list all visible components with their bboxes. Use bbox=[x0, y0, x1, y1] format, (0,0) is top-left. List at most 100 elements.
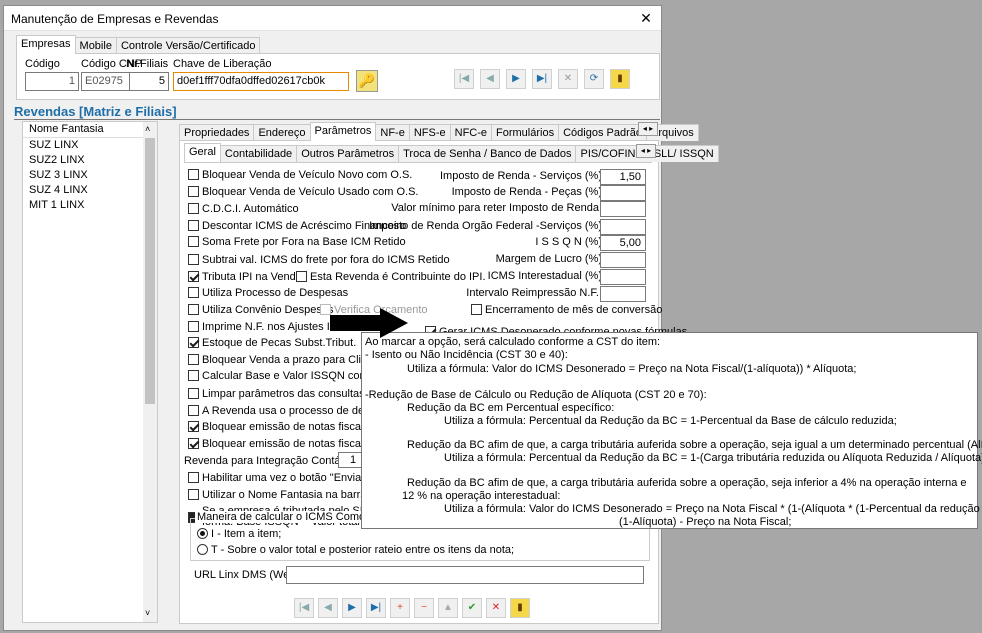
checkbox[interactable] bbox=[188, 321, 199, 332]
checkbox[interactable] bbox=[188, 370, 199, 381]
add-icon[interactable]: + bbox=[390, 598, 410, 618]
checkbox[interactable] bbox=[188, 220, 199, 231]
intervalo-field[interactable] bbox=[600, 286, 646, 302]
checkbox[interactable] bbox=[188, 354, 199, 365]
list-item[interactable]: MIT 1 LINX bbox=[23, 199, 143, 214]
key-icon[interactable]: 🔑 bbox=[356, 70, 378, 92]
tab-empresas[interactable]: Empresas bbox=[16, 35, 76, 54]
check-processo-despesas[interactable]: Utiliza Processo de Despesas bbox=[188, 287, 348, 299]
radio-button[interactable] bbox=[197, 544, 208, 555]
checkbox[interactable] bbox=[188, 236, 199, 247]
chave-field[interactable]: d0ef1fff70dfa0dffed02617cb0k bbox=[173, 72, 349, 91]
list-item[interactable]: SUZ2 LINX bbox=[23, 154, 143, 169]
last-record-icon[interactable]: ▶| bbox=[366, 598, 386, 618]
radio-label: T - Sobre o valor total e posterior rate… bbox=[211, 544, 515, 556]
prev-record-icon[interactable]: ◀ bbox=[480, 69, 500, 89]
cancel-icon[interactable]: ✕ bbox=[558, 69, 578, 89]
ir-servicos-field[interactable]: 1,50 bbox=[600, 169, 646, 185]
empresa-header-panel: Código 1 Código CNP E02975 Nr.Filiais 5 … bbox=[16, 53, 660, 100]
tab-parametros[interactable]: Parâmetros bbox=[309, 122, 377, 141]
checkbox[interactable] bbox=[188, 388, 199, 399]
subtab-scroll-arrows-icon[interactable]: ◂ ▸ bbox=[636, 144, 656, 158]
check-convenio-despesas[interactable]: Utiliza Convênio Despesas bbox=[188, 304, 333, 316]
tab-endereco[interactable]: Endereço bbox=[253, 124, 311, 141]
window-title: Manutenção de Empresas e Revendas bbox=[11, 12, 219, 26]
check-estoque-pecas[interactable]: Estoque de Pecas Subst.Tribut. bbox=[188, 337, 356, 349]
next-record-icon[interactable]: ▶ bbox=[506, 69, 526, 89]
radio-sobre-total[interactable]: T - Sobre o valor total e posterior rate… bbox=[197, 544, 514, 556]
checkbox[interactable] bbox=[188, 438, 199, 449]
scroll-up-icon[interactable]: ˄ bbox=[145, 124, 150, 134]
next-record-icon[interactable]: ▶ bbox=[342, 598, 362, 618]
tab-mobile[interactable]: Mobile bbox=[74, 37, 117, 54]
list-item[interactable]: SUZ 3 LINX bbox=[23, 169, 143, 184]
tooltip-line: (1-Alíquota) - Preço na Nota Fiscal; bbox=[619, 516, 792, 528]
subtab-geral[interactable]: Geral bbox=[184, 143, 221, 162]
check-encerramento[interactable]: Encerramento de mês de conversão bbox=[471, 304, 662, 316]
first-record-icon[interactable]: |◀ bbox=[454, 69, 474, 89]
filiais-field[interactable]: 5 bbox=[129, 72, 169, 91]
exit-door-icon[interactable]: ▮ bbox=[610, 69, 630, 89]
checkbox[interactable] bbox=[188, 405, 199, 416]
codigo-field[interactable]: 1 bbox=[25, 72, 79, 91]
tab-nfse[interactable]: NFS-e bbox=[408, 124, 451, 141]
intervalo-label: Intervalo Reimpressão N.F.: bbox=[466, 287, 602, 299]
ir-orgao-field[interactable] bbox=[600, 219, 646, 235]
tab-propriedades[interactable]: Propriedades bbox=[179, 124, 255, 141]
checkbox[interactable] bbox=[188, 304, 199, 315]
delete-icon[interactable]: − bbox=[414, 598, 434, 618]
valor-minimo-label: Valor mínimo para reter Imposto de Renda… bbox=[391, 202, 602, 214]
close-icon[interactable]: ✕ bbox=[636, 9, 656, 27]
refresh-icon[interactable]: ⟳ bbox=[584, 69, 604, 89]
icms-interestadual-field[interactable] bbox=[600, 269, 646, 285]
first-record-icon[interactable]: |◀ bbox=[294, 598, 314, 618]
check-tributa-ipi[interactable]: Tributa IPI na Venda bbox=[188, 271, 302, 283]
scroll-down-icon[interactable]: ˅ bbox=[145, 608, 150, 618]
checkbox[interactable] bbox=[188, 421, 199, 432]
checkbox[interactable] bbox=[188, 337, 199, 348]
bottom-nav-bar: |◀ ◀ ▶ ▶| + − ▲ ✔ ✕ ▮ bbox=[294, 598, 530, 618]
header-nav-bar: |◀ ◀ ▶ ▶| ✕ ⟳ ▮ bbox=[454, 69, 630, 89]
checkbox[interactable] bbox=[471, 304, 482, 315]
radio-item-a-item[interactable]: I - Item a item; bbox=[197, 528, 281, 540]
list-scrollbar[interactable]: ˄ ˅ bbox=[143, 122, 157, 622]
checkbox[interactable] bbox=[296, 271, 307, 282]
subtab-outros-parametros[interactable]: Outros Parâmetros bbox=[296, 145, 400, 162]
scrollbar-thumb[interactable] bbox=[145, 138, 155, 404]
margem-lucro-field[interactable] bbox=[600, 252, 646, 268]
list-item[interactable]: SUZ 4 LINX bbox=[23, 184, 143, 199]
tab-codigos-padrao[interactable]: Códigos Padrão bbox=[558, 124, 647, 141]
issqn-field[interactable]: 5,00 bbox=[600, 235, 646, 251]
prev-record-icon[interactable]: ◀ bbox=[318, 598, 338, 618]
confirm-icon[interactable]: ✔ bbox=[462, 598, 482, 618]
subtab-troca-senha[interactable]: Troca de Senha / Banco de Dados bbox=[398, 145, 577, 162]
tab-scroll-arrows-icon[interactable]: ◂ ▸ bbox=[638, 122, 658, 136]
checkbox[interactable] bbox=[188, 489, 199, 500]
ir-pecas-label: Imposto de Renda - Peças (%) bbox=[451, 186, 602, 198]
edit-icon[interactable]: ▲ bbox=[438, 598, 458, 618]
checkbox[interactable] bbox=[188, 287, 199, 298]
checkbox[interactable] bbox=[188, 186, 199, 197]
checkbox[interactable] bbox=[188, 169, 199, 180]
tab-controle-versao[interactable]: Controle Versão/Certificado bbox=[115, 37, 261, 54]
checkbox[interactable] bbox=[188, 271, 199, 282]
url-field[interactable] bbox=[286, 566, 644, 584]
checkbox[interactable] bbox=[188, 254, 199, 265]
radio-button[interactable] bbox=[197, 528, 208, 539]
cancel-icon[interactable]: ✕ bbox=[486, 598, 506, 618]
checkbox[interactable] bbox=[188, 203, 199, 214]
check-cdci[interactable]: C.D.C.I. Automático bbox=[188, 203, 299, 215]
subtab-contabilidade[interactable]: Contabilidade bbox=[219, 145, 298, 162]
last-record-icon[interactable]: ▶| bbox=[532, 69, 552, 89]
checkbox[interactable] bbox=[188, 472, 199, 483]
tab-nfe[interactable]: NF-e bbox=[375, 124, 410, 141]
check-label: Utiliza Processo de Despesas bbox=[202, 287, 349, 299]
valor-minimo-field[interactable] bbox=[600, 201, 646, 217]
ir-pecas-field[interactable] bbox=[600, 185, 646, 201]
chave-label: Chave de Liberação bbox=[173, 58, 272, 70]
list-item[interactable]: SUZ LINX bbox=[23, 139, 143, 154]
tab-nfce[interactable]: NFC-e bbox=[449, 124, 493, 141]
exit-door-icon[interactable]: ▮ bbox=[510, 598, 530, 618]
tab-formularios[interactable]: Formulários bbox=[491, 124, 560, 141]
check-label: C.D.C.I. Automático bbox=[202, 203, 299, 215]
